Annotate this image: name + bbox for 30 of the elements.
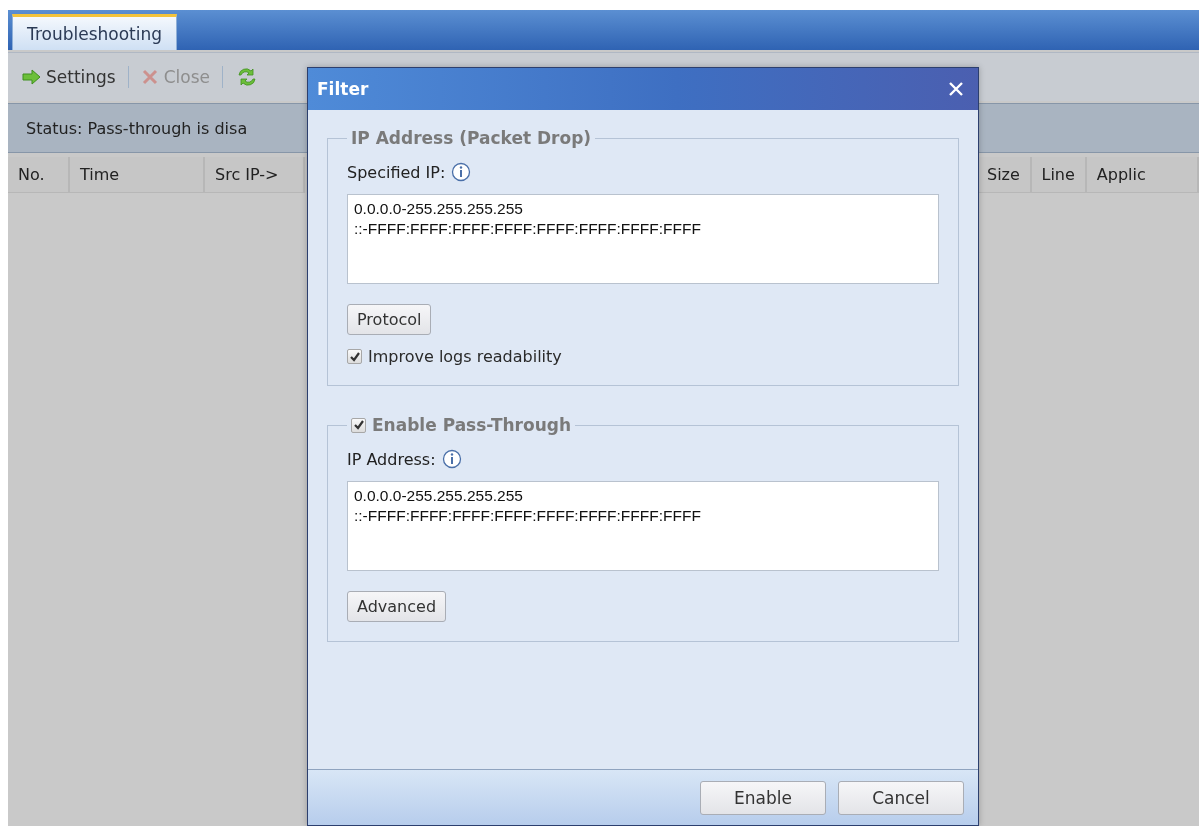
info-icon (451, 162, 472, 182)
toolbar-button[interactable]: Settings (18, 67, 120, 87)
field-label: IP Address: (347, 449, 436, 469)
checkbox-label[interactable]: Improve logs readability (368, 347, 562, 366)
section-button[interactable]: Protocol (347, 304, 432, 335)
checkbox[interactable] (347, 349, 362, 364)
info-icon (441, 449, 462, 469)
dialog-button[interactable]: Enable (700, 780, 826, 815)
dialog-title: Filter (317, 79, 369, 99)
status-text: Status: Pass-through is disa (26, 118, 248, 138)
column-header[interactable]: No. (8, 157, 70, 193)
column-header[interactable]: Line (1031, 157, 1087, 193)
field-label: Specified IP: (347, 162, 446, 182)
close-icon (140, 68, 159, 86)
arrow-right-icon (22, 68, 41, 86)
column-header[interactable]: Src IP-> (205, 157, 305, 193)
column-header[interactable]: Time (70, 157, 205, 193)
refresh-icon (235, 66, 258, 88)
checkbox[interactable] (351, 417, 366, 433)
tab[interactable]: Troubleshooting (12, 14, 178, 50)
checkmark-icon (352, 419, 365, 431)
section-legend: Enable Pass-Through (372, 415, 572, 435)
ip-text-area[interactable]: 0.0.0.0-255.255.255.255 ::-FFFF:FFFF:FFFF:FFFF:FFFF:FFFF:FFFF:FFFF (347, 194, 939, 284)
section-button[interactable]: Advanced (347, 591, 447, 622)
section-legend: IP Address (Packet Drop) (351, 128, 592, 148)
ip-text-area[interactable]: 0.0.0.0-255.255.255.255 ::-FFFF:FFFF:FFFF:FFFF:FFFF:FFFF:FFFF:FFFF (347, 481, 939, 571)
column-header[interactable]: Applic (1086, 157, 1199, 193)
checkmark-icon (348, 350, 361, 363)
dialog-button[interactable]: Cancel (838, 780, 964, 815)
close-icon (948, 81, 964, 97)
